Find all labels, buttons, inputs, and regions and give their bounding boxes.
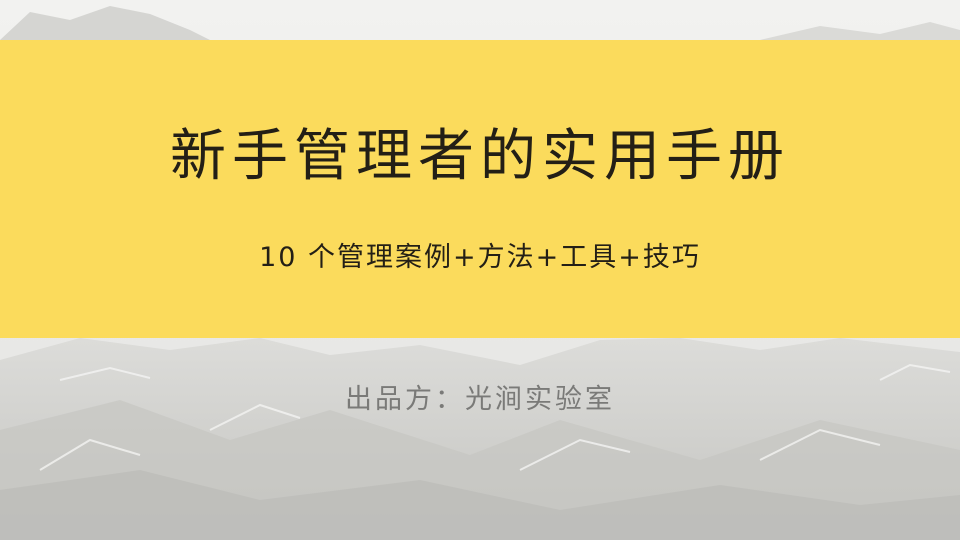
publisher-credit: 出品方：光涧实验室	[345, 384, 615, 415]
page-subtitle: 10 个管理案例+方法+工具+技巧	[259, 242, 701, 273]
page-title: 新手管理者的实用手册	[170, 124, 790, 189]
